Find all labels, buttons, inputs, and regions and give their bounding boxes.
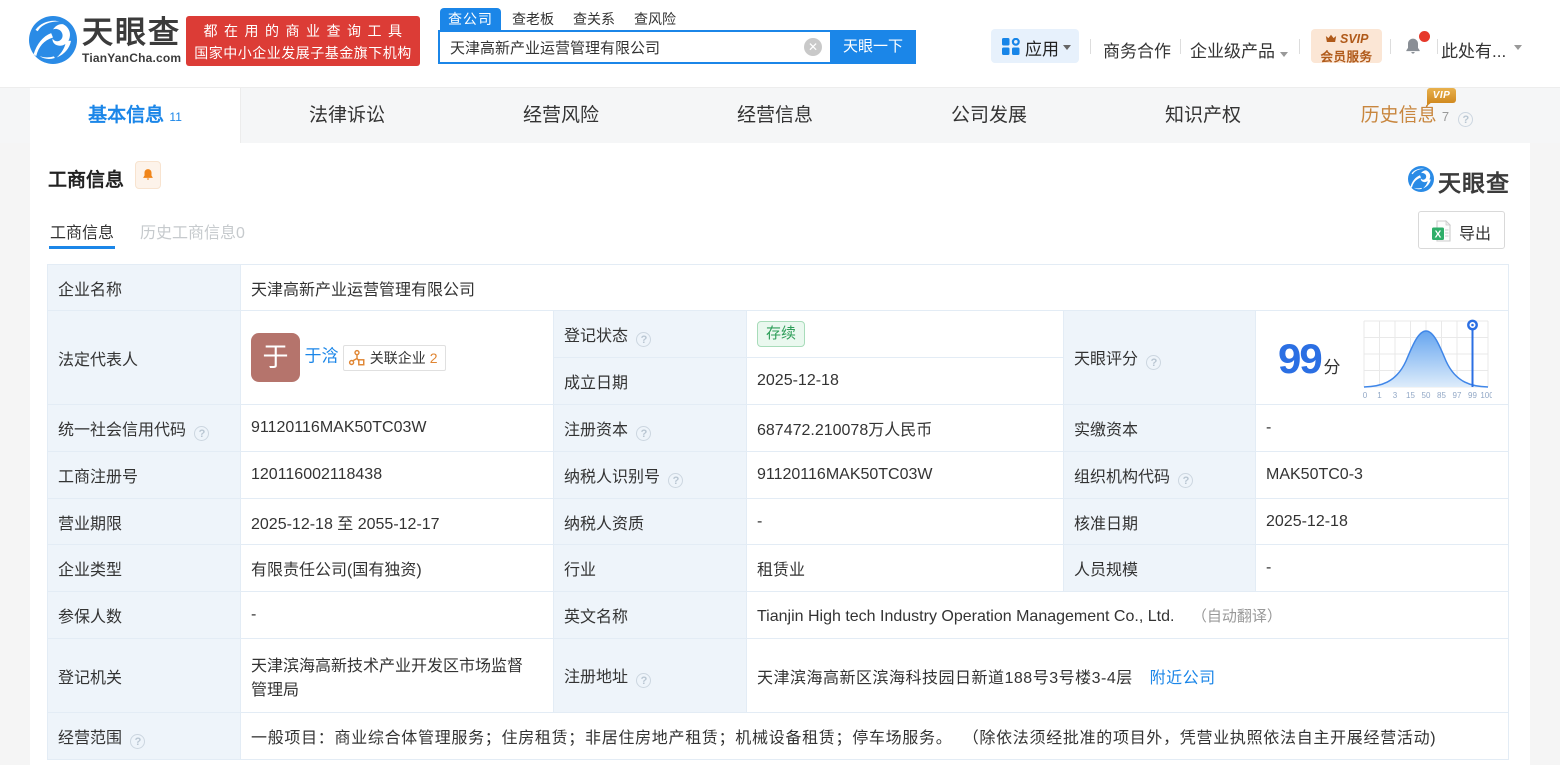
svg-text:50: 50 (1422, 391, 1431, 400)
svg-text:85: 85 (1437, 391, 1446, 400)
svg-text:15: 15 (1406, 391, 1415, 400)
svg-text:100: 100 (1480, 391, 1492, 400)
svg-text:99: 99 (1468, 391, 1477, 400)
svg-text:1: 1 (1377, 391, 1382, 400)
svg-text:97: 97 (1453, 391, 1462, 400)
svg-text:X: X (1435, 230, 1442, 241)
svg-text:0: 0 (1363, 391, 1368, 400)
svg-text:3: 3 (1393, 391, 1398, 400)
